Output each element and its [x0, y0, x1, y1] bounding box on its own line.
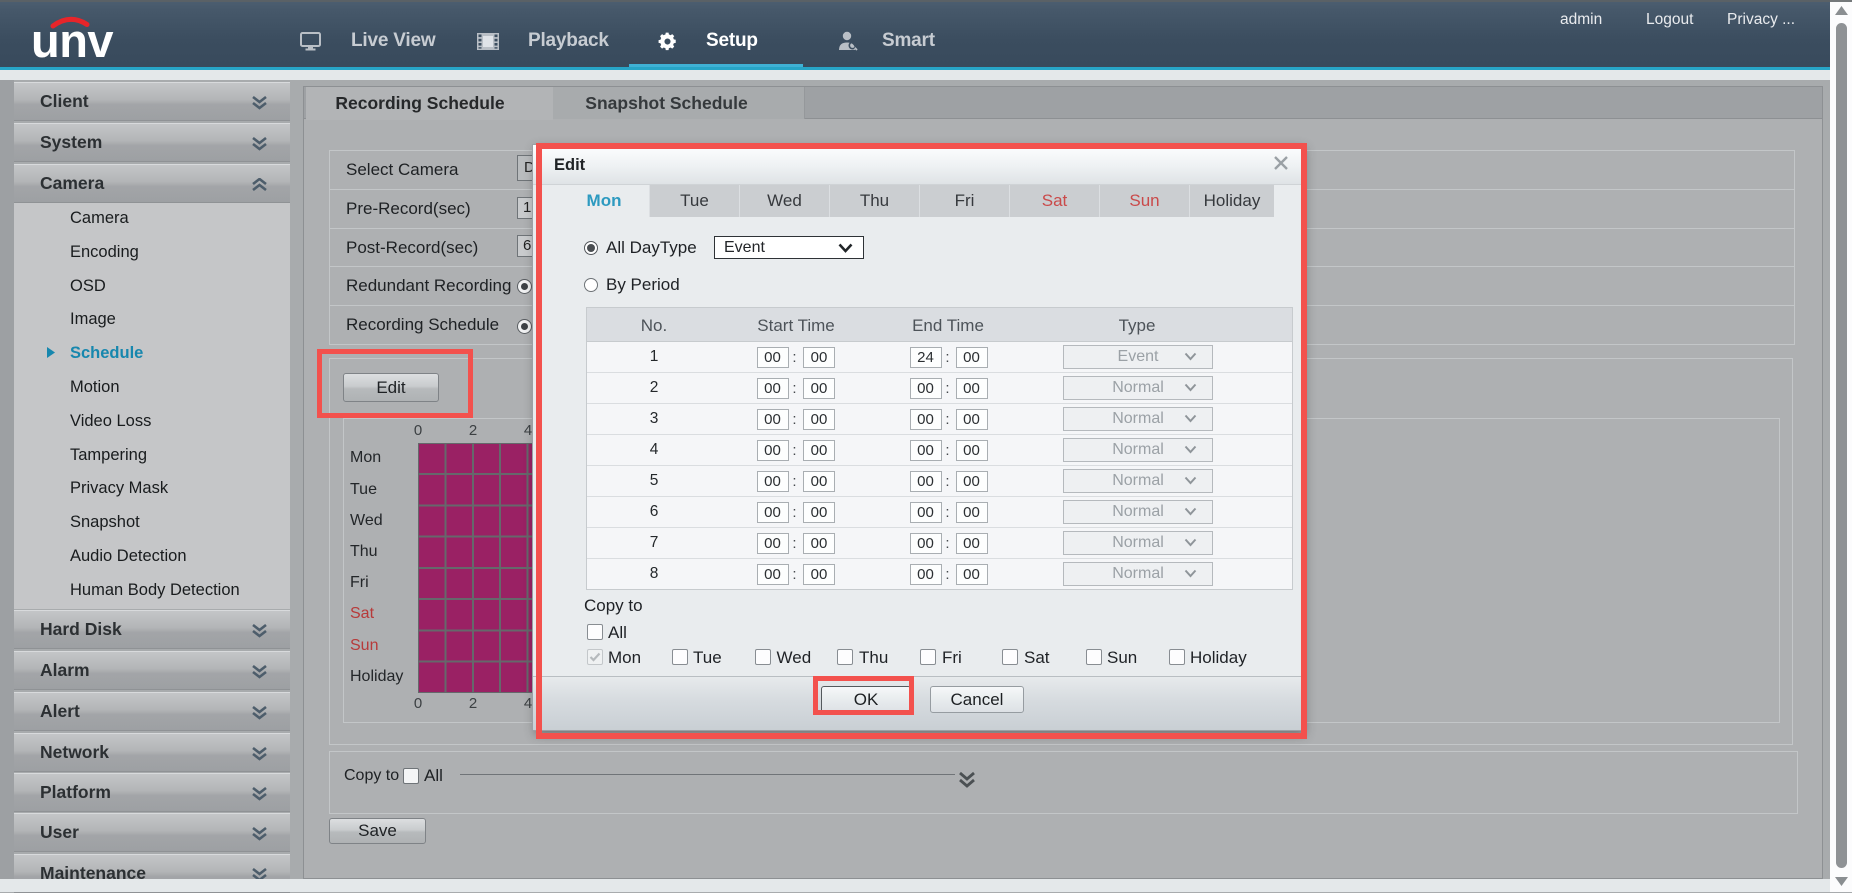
- svg-text:unv: unv: [31, 14, 113, 60]
